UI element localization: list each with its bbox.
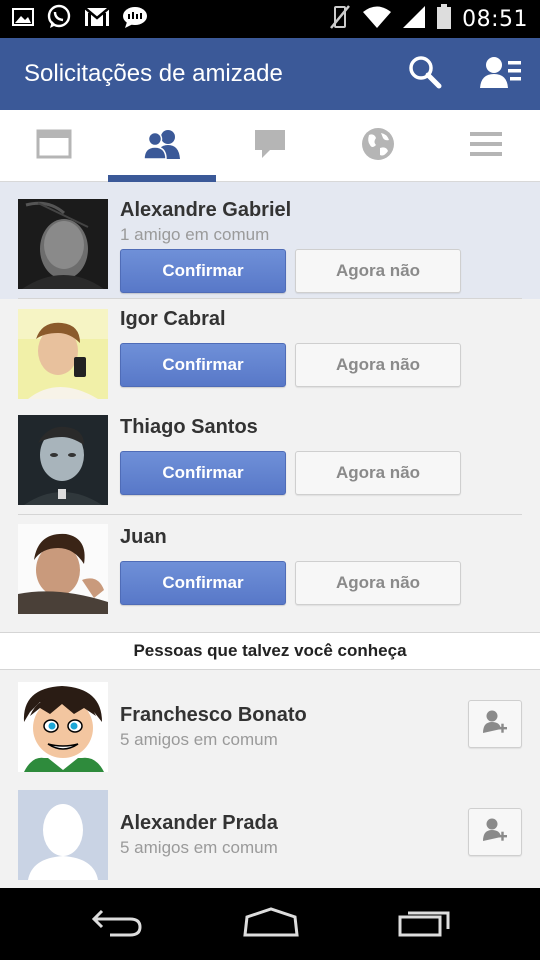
image-icon [12, 7, 34, 31]
news-feed-icon [36, 129, 72, 163]
notifications-globe-icon [361, 127, 395, 165]
friend-request-item: Juan Confirmar Agora não [0, 515, 540, 632]
friend-request-item: Alexandre Gabriel 1 amigo em comum Confi… [0, 182, 540, 299]
whatsapp-icon [46, 4, 72, 34]
gmail-icon [84, 7, 110, 31]
add-friend-button[interactable] [468, 700, 522, 748]
confirm-button[interactable]: Confirmar [120, 249, 286, 293]
friend-requests-list: Alexandre Gabriel 1 amigo em comum Confi… [0, 182, 540, 888]
mutual-friends: 1 amigo em comum [120, 225, 270, 244]
requester-name[interactable]: Alexandre Gabriel [120, 199, 522, 222]
friend-list-icon[interactable] [480, 55, 522, 93]
friend-requests-icon [143, 129, 181, 163]
friend-request-item: Thiago Santos Confirmar Agora não [0, 407, 540, 515]
requester-name[interactable]: Igor Cabral [120, 308, 522, 331]
status-time: 08:51 [462, 6, 528, 32]
mutual-friends: 5 amigos em comum [120, 730, 278, 749]
wifi-icon [362, 5, 392, 33]
requester-name[interactable]: Juan [120, 526, 522, 549]
signal-icon [402, 5, 426, 33]
avatar[interactable] [18, 415, 108, 505]
pymk-item: Franchesco Bonato 5 amigos em comum [0, 670, 540, 778]
friend-request-item: Igor Cabral Confirmar Agora não [0, 299, 540, 407]
status-bar: 08:51 [0, 0, 540, 38]
suggestion-name[interactable]: Alexander Prada [120, 812, 468, 835]
avatar[interactable] [18, 199, 108, 289]
avatar[interactable] [18, 790, 108, 880]
tab-friend-requests[interactable] [108, 110, 216, 182]
requester-name[interactable]: Thiago Santos [120, 416, 522, 439]
navigation-bar [0, 888, 540, 960]
tab-news-feed[interactable] [0, 110, 108, 181]
add-friend-icon [482, 817, 508, 847]
mutual-friends: 5 amigos em comum [120, 838, 278, 857]
confirm-button[interactable]: Confirmar [120, 343, 286, 387]
page-title: Solicitações de amizade [24, 60, 283, 87]
app-bar: Solicitações de amizade [0, 38, 540, 110]
pymk-item: Alexander Prada 5 amigos em comum [0, 778, 540, 886]
back-icon[interactable] [90, 907, 144, 941]
avatar[interactable] [18, 309, 108, 399]
confirm-button[interactable]: Confirmar [120, 451, 286, 495]
section-header: Pessoas que talvez você conheça [0, 632, 540, 670]
chat-bubble-icon [122, 5, 148, 33]
not-now-button[interactable]: Agora não [295, 343, 461, 387]
suggestion-name[interactable]: Franchesco Bonato [120, 704, 468, 727]
tab-bar [0, 110, 540, 182]
not-now-button[interactable]: Agora não [295, 249, 461, 293]
avatar[interactable] [18, 682, 108, 772]
messages-icon [254, 129, 286, 163]
battery-icon [436, 4, 452, 34]
avatar[interactable] [18, 524, 108, 614]
home-icon[interactable] [243, 907, 299, 941]
not-now-button[interactable]: Agora não [295, 561, 461, 605]
add-friend-button[interactable] [468, 808, 522, 856]
vibrate-off-icon [328, 4, 352, 34]
not-now-button[interactable]: Agora não [295, 451, 461, 495]
recent-apps-icon[interactable] [398, 907, 450, 941]
search-icon[interactable] [408, 55, 442, 93]
tab-messages[interactable] [216, 110, 324, 181]
add-friend-icon [482, 709, 508, 739]
tab-menu[interactable] [432, 110, 540, 181]
tab-notifications[interactable] [324, 110, 432, 181]
menu-icon [469, 131, 503, 161]
confirm-button[interactable]: Confirmar [120, 561, 286, 605]
